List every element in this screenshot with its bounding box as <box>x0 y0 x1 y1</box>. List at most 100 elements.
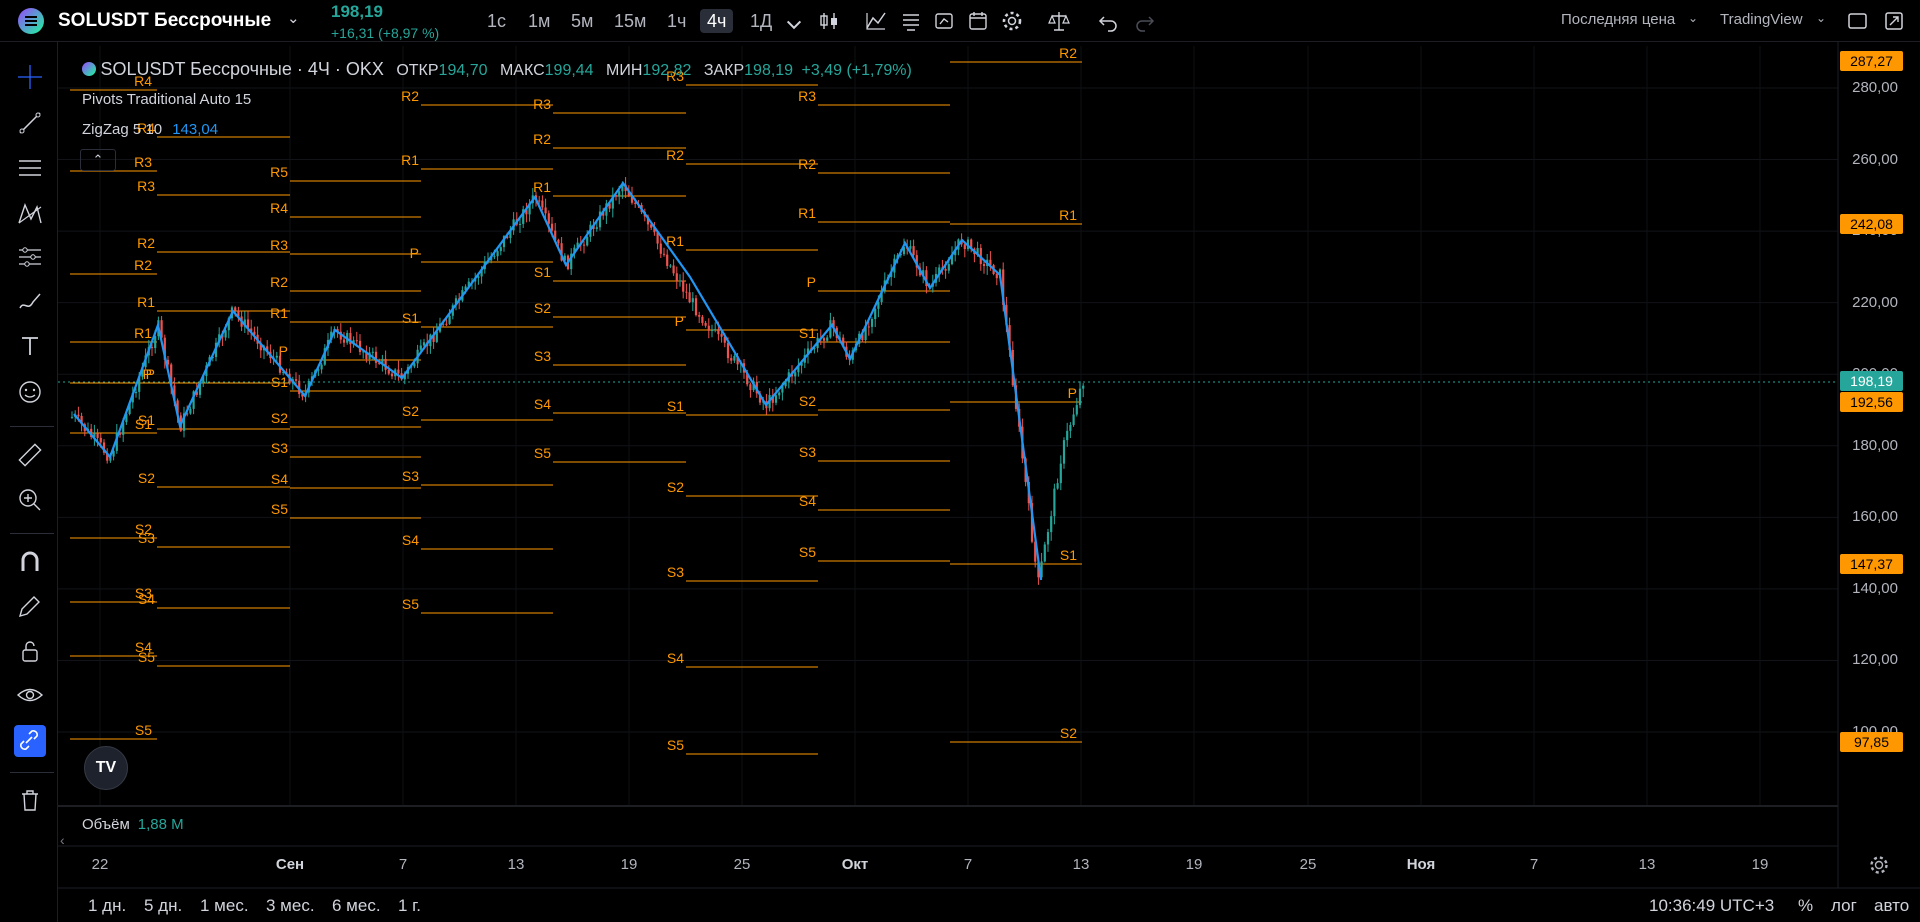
timeframe-5m[interactable]: 5м <box>564 9 600 33</box>
pivot-label-r2: R2 <box>401 88 419 104</box>
percent-scale-toggle[interactable]: % <box>1798 896 1813 916</box>
clock[interactable]: 10:36:49 UTC+3 <box>1649 896 1774 916</box>
range-5d[interactable]: 5 дн. <box>144 896 182 916</box>
volume-legend[interactable]: Объём 1,88 M <box>82 816 184 833</box>
alert-icon[interactable] <box>930 7 958 35</box>
price-tick-label: 180,00 <box>1852 436 1898 454</box>
trend-line-icon[interactable] <box>15 108 45 138</box>
gear-icon[interactable] <box>1866 852 1892 878</box>
range-1d[interactable]: 1 дн. <box>88 896 126 916</box>
pivot-label-p: P <box>410 245 419 261</box>
timeframe-1h[interactable]: 1ч <box>660 9 693 33</box>
emoji-icon[interactable] <box>15 377 45 407</box>
scales-icon[interactable] <box>1045 7 1073 35</box>
pivot-label-s5: S5 <box>138 649 155 665</box>
price-type-select[interactable]: Последняя цена <box>1561 11 1675 28</box>
patterns-icon[interactable] <box>15 199 45 229</box>
fullscreen-icon[interactable] <box>1880 7 1908 35</box>
candle-body <box>778 392 781 396</box>
candle-body <box>96 433 99 438</box>
candle-body <box>794 372 797 377</box>
candle-body <box>688 292 691 303</box>
timeframe-1m[interactable]: 1м <box>521 9 557 33</box>
symbol-name[interactable]: SOLUSDT Бессрочные <box>58 10 271 32</box>
candle-body <box>662 253 666 255</box>
templates-icon[interactable] <box>897 7 925 35</box>
pivot-label-r3: R3 <box>533 96 551 112</box>
magnet-icon[interactable] <box>15 547 45 577</box>
pivot-label-p: P <box>807 274 816 290</box>
timeframe-1d[interactable]: 1Д <box>743 9 779 33</box>
auto-scale-toggle[interactable]: авто <box>1874 896 1909 916</box>
candle-body <box>704 322 707 326</box>
candle-body <box>595 227 598 229</box>
trash-icon[interactable] <box>15 785 45 815</box>
toolbar-divider <box>10 533 54 534</box>
pivot-label-s4: S4 <box>402 532 419 548</box>
candle-body <box>675 273 678 281</box>
pivot-label-r3: R3 <box>137 178 155 194</box>
fib-retracement-icon[interactable] <box>15 153 45 183</box>
timeframe-1s[interactable]: 1с <box>480 9 513 33</box>
undo-icon[interactable] <box>1095 7 1123 35</box>
text-icon[interactable] <box>15 331 45 361</box>
eye-icon[interactable] <box>15 680 45 710</box>
gear-icon[interactable] <box>998 7 1026 35</box>
candle-body <box>134 391 138 394</box>
candle-body <box>947 264 950 271</box>
pivot-label-s2: S2 <box>138 470 155 486</box>
chart-canvas[interactable]: R4R3R2R1PS1S2S3S4S5R4R3R2R1PS1S2S3S4S5R5… <box>0 0 1920 922</box>
layout-icon[interactable] <box>1843 7 1871 35</box>
candle-body <box>982 264 986 266</box>
chevron-down-icon[interactable] <box>780 10 802 32</box>
candle-body <box>371 351 374 353</box>
candle-body <box>320 364 323 370</box>
brush-icon[interactable] <box>15 286 45 316</box>
range-1m[interactable]: 1 мес. <box>200 896 249 916</box>
timeframe-15m[interactable]: 15м <box>607 9 653 33</box>
legend-title[interactable]: SOLUSDT Бессрочные · 4Ч · OKX <box>100 59 383 79</box>
pivot-label-r2: R2 <box>1059 45 1077 61</box>
log-scale-toggle[interactable]: лог <box>1831 896 1857 916</box>
range-1y[interactable]: 1 г. <box>398 896 421 916</box>
legend-low-label: МИН <box>606 62 643 79</box>
candle-body <box>669 265 672 267</box>
redo-icon[interactable] <box>1130 7 1158 35</box>
pencil-lock-icon[interactable] <box>15 591 45 621</box>
provider-select[interactable]: TradingView <box>1720 11 1803 28</box>
legend-close-value: 198,19 <box>744 62 794 79</box>
legend-close-label: ЗАКР <box>703 62 745 79</box>
replay-icon[interactable] <box>964 7 992 35</box>
price-tag: 147,37 <box>1840 554 1903 574</box>
pivot-label-r1: R1 <box>134 325 152 341</box>
candle-body <box>749 384 752 391</box>
indicator-pivots-legend[interactable]: Pivots Traditional Auto 15 <box>82 91 251 108</box>
crosshair-icon[interactable] <box>15 62 45 92</box>
timeframe-4h[interactable]: 4ч <box>700 9 734 33</box>
tradingview-logo-icon[interactable]: TV <box>84 746 128 790</box>
time-tick-label: 7 <box>1529 856 1539 873</box>
indicator-zigzag-legend[interactable]: ZigZag 5 10 143,04 <box>82 121 218 138</box>
link-icon[interactable] <box>14 725 46 757</box>
range-6m[interactable]: 6 мес. <box>332 896 381 916</box>
lock-icon[interactable] <box>15 636 45 666</box>
range-3m[interactable]: 3 мес. <box>266 896 315 916</box>
pivot-label-s3: S3 <box>799 444 816 460</box>
candle-body <box>518 223 522 225</box>
candles-icon[interactable] <box>815 7 843 35</box>
legend-open-value: 194,70 <box>438 62 488 79</box>
drawing-toolbar <box>0 42 58 922</box>
chevron-down-icon[interactable]: ⌄ <box>287 9 300 27</box>
candle-body <box>1082 385 1085 389</box>
time-tick-label: 19 <box>1185 856 1203 873</box>
ruler-icon[interactable] <box>15 440 45 470</box>
forecast-icon[interactable] <box>15 242 45 272</box>
candle-body <box>77 414 80 416</box>
chevron-left-icon[interactable]: ‹ <box>60 832 65 848</box>
candle-body <box>541 200 544 208</box>
zoom-in-icon[interactable] <box>15 485 45 515</box>
chevron-down-icon[interactable]: ⌄ <box>1816 11 1826 25</box>
chevron-down-icon[interactable]: ⌄ <box>1688 11 1698 25</box>
indicators-icon[interactable] <box>862 7 890 35</box>
legend-collapse-button[interactable]: ⌃ <box>80 149 116 171</box>
